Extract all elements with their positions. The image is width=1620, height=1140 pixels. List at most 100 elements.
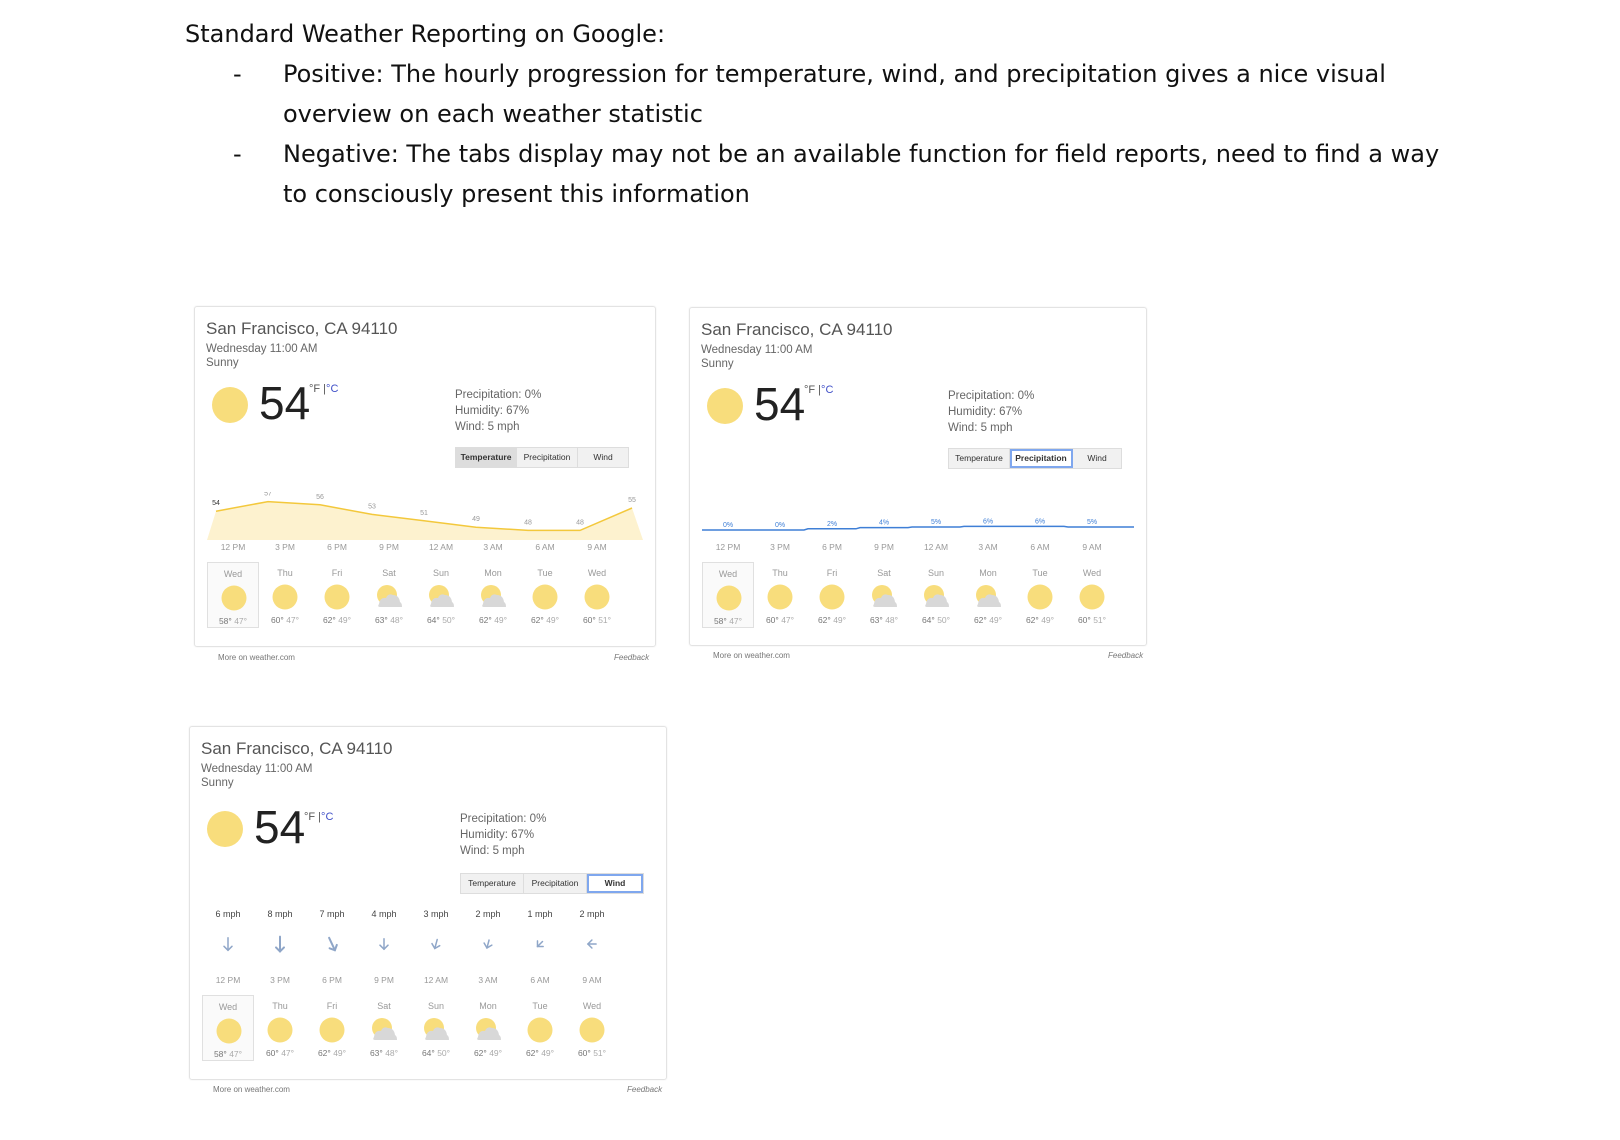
high-low: 60° 51°	[582, 615, 612, 625]
tab-temperature[interactable]: Temperature	[949, 449, 1010, 468]
day-sun[interactable]: Sun 64° 50°	[910, 562, 962, 628]
day-sun[interactable]: Sun 64° 50°	[415, 562, 467, 628]
sun-icon	[272, 584, 298, 610]
day-name: Mon	[484, 568, 502, 578]
day-fri[interactable]: Fri 62° 49°	[306, 995, 358, 1061]
sun-icon	[319, 1017, 345, 1043]
high-low: 60° 51°	[577, 1048, 607, 1058]
high-low: 60° 51°	[1077, 615, 1107, 625]
high-low: 62° 49°	[817, 615, 847, 625]
hour-labels: 12 PM 3 PM 6 PM 9 PM 12 AM 3 AM 6 AM 9 AM	[207, 542, 623, 552]
hour-label: 9 AM	[1082, 542, 1102, 552]
hour-label: 6 AM	[535, 542, 555, 552]
day-wed[interactable]: Wed 58° 47°	[702, 562, 754, 628]
tab-temperature[interactable]: Temperature	[456, 448, 517, 467]
day-name: Fri	[326, 1001, 338, 1011]
day-name: Tue	[537, 568, 553, 578]
wind-speed: 8 mph	[267, 909, 293, 919]
high-low: 62° 49°	[322, 615, 352, 625]
partly-cloudy-icon	[475, 1017, 501, 1043]
day-tue[interactable]: Tue 62° 49°	[519, 562, 571, 628]
more-on-weather-link[interactable]: More on weather.com	[713, 651, 790, 660]
day-tue[interactable]: Tue 62° 49°	[514, 995, 566, 1061]
sun-icon	[767, 584, 793, 610]
day-wed[interactable]: Wed 58° 47°	[202, 995, 254, 1061]
temperature-value: 48	[576, 519, 584, 526]
high-low: 62° 49°	[1025, 615, 1055, 625]
day-fri[interactable]: Fri 62° 49°	[311, 562, 363, 628]
day-wed[interactable]: Wed 60° 51°	[1066, 562, 1118, 628]
daily-forecast: Wed 58° 47° Thu 60° 47° Fri 62° 49° Sat 63°…	[202, 995, 618, 1061]
day-thu[interactable]: Thu 60° 47°	[259, 562, 311, 628]
unit-toggle[interactable]: °F |°C	[804, 384, 833, 396]
location-title: San Francisco, CA 94110	[201, 739, 393, 758]
hour-label: 3 PM	[770, 542, 790, 552]
sun-icon	[1027, 584, 1053, 610]
day-name: Fri	[826, 568, 838, 578]
temperature-value: 54	[212, 500, 220, 507]
day-mon[interactable]: Mon 62° 49°	[467, 562, 519, 628]
unit-toggle[interactable]: °F |°C	[304, 811, 333, 823]
day-wed[interactable]: Wed 58° 47°	[207, 562, 259, 628]
day-name: Sun	[927, 568, 944, 578]
day-sat[interactable]: Sat 63° 48°	[858, 562, 910, 628]
sun-icon	[267, 1017, 293, 1043]
more-on-weather-link[interactable]: More on weather.com	[213, 1085, 290, 1094]
hour-label: 9 PM	[379, 542, 399, 552]
high-low: 64° 50°	[921, 615, 951, 625]
wind-direction-arrows	[202, 934, 618, 954]
day-mon[interactable]: Mon 62° 49°	[962, 562, 1014, 628]
current-temperature: 54	[754, 378, 806, 430]
hour-label: 3 AM	[483, 542, 503, 552]
feedback-link[interactable]: Feedback	[627, 1085, 662, 1094]
day-name: Wed	[587, 568, 607, 578]
weather-tabs: Temperature Precipitation Wind	[948, 448, 1122, 469]
day-sat[interactable]: Sat 63° 48°	[358, 995, 410, 1061]
partly-cloudy-icon	[428, 584, 454, 610]
precipitation-value: 5%	[931, 519, 941, 526]
day-sat[interactable]: Sat 63° 48°	[363, 562, 415, 628]
wind-arrow-icon	[514, 934, 566, 954]
sun-icon	[216, 1018, 242, 1044]
high-low: 58° 47°	[218, 616, 248, 626]
precipitation-value: 5%	[1087, 519, 1097, 526]
day-fri[interactable]: Fri 62° 49°	[806, 562, 858, 628]
high-low: 62° 49°	[317, 1048, 347, 1058]
wind-speed: 6 mph	[215, 909, 241, 919]
day-name: Wed	[1082, 568, 1102, 578]
precipitation-value: 4%	[879, 520, 889, 527]
sun-icon	[579, 1017, 605, 1043]
hour-label: 6 PM	[327, 542, 347, 552]
tab-precipitation[interactable]: Precipitation	[1010, 449, 1073, 468]
day-name: Mon	[979, 568, 997, 578]
more-on-weather-link[interactable]: More on weather.com	[218, 653, 295, 662]
datetime-condition: Wednesday 11:00 AM Sunny	[701, 344, 813, 370]
high-low: 58° 47°	[713, 616, 743, 626]
tab-wind[interactable]: Wind	[578, 448, 628, 467]
hour-label: 6 AM	[530, 975, 550, 985]
tab-temperature[interactable]: Temperature	[461, 874, 524, 893]
precipitation-value: 6%	[1035, 518, 1045, 525]
sun-icon	[584, 584, 610, 610]
tab-precipitation[interactable]: Precipitation	[524, 874, 587, 893]
doc-bullet-negative: - Negative: The tabs display may not be …	[233, 140, 1440, 208]
temperature-value: 48	[524, 519, 532, 526]
tab-wind[interactable]: Wind	[1073, 449, 1121, 468]
partly-cloudy-icon	[923, 584, 949, 610]
sun-icon	[532, 584, 558, 610]
day-tue[interactable]: Tue 62° 49°	[1014, 562, 1066, 628]
wind-speed: 1 mph	[527, 909, 553, 919]
feedback-link[interactable]: Feedback	[614, 653, 649, 662]
tab-wind[interactable]: Wind	[587, 874, 643, 893]
day-wed[interactable]: Wed 60° 51°	[571, 562, 623, 628]
hour-label: 3 PM	[270, 975, 290, 985]
day-thu[interactable]: Thu 60° 47°	[754, 562, 806, 628]
partly-cloudy-icon	[975, 584, 1001, 610]
day-wed[interactable]: Wed 60° 51°	[566, 995, 618, 1061]
tab-precipitation[interactable]: Precipitation	[517, 448, 578, 467]
feedback-link[interactable]: Feedback	[1108, 651, 1143, 660]
day-mon[interactable]: Mon 62° 49°	[462, 995, 514, 1061]
day-thu[interactable]: Thu 60° 47°	[254, 995, 306, 1061]
day-sun[interactable]: Sun 64° 50°	[410, 995, 462, 1061]
unit-toggle[interactable]: °F |°C	[309, 383, 338, 395]
